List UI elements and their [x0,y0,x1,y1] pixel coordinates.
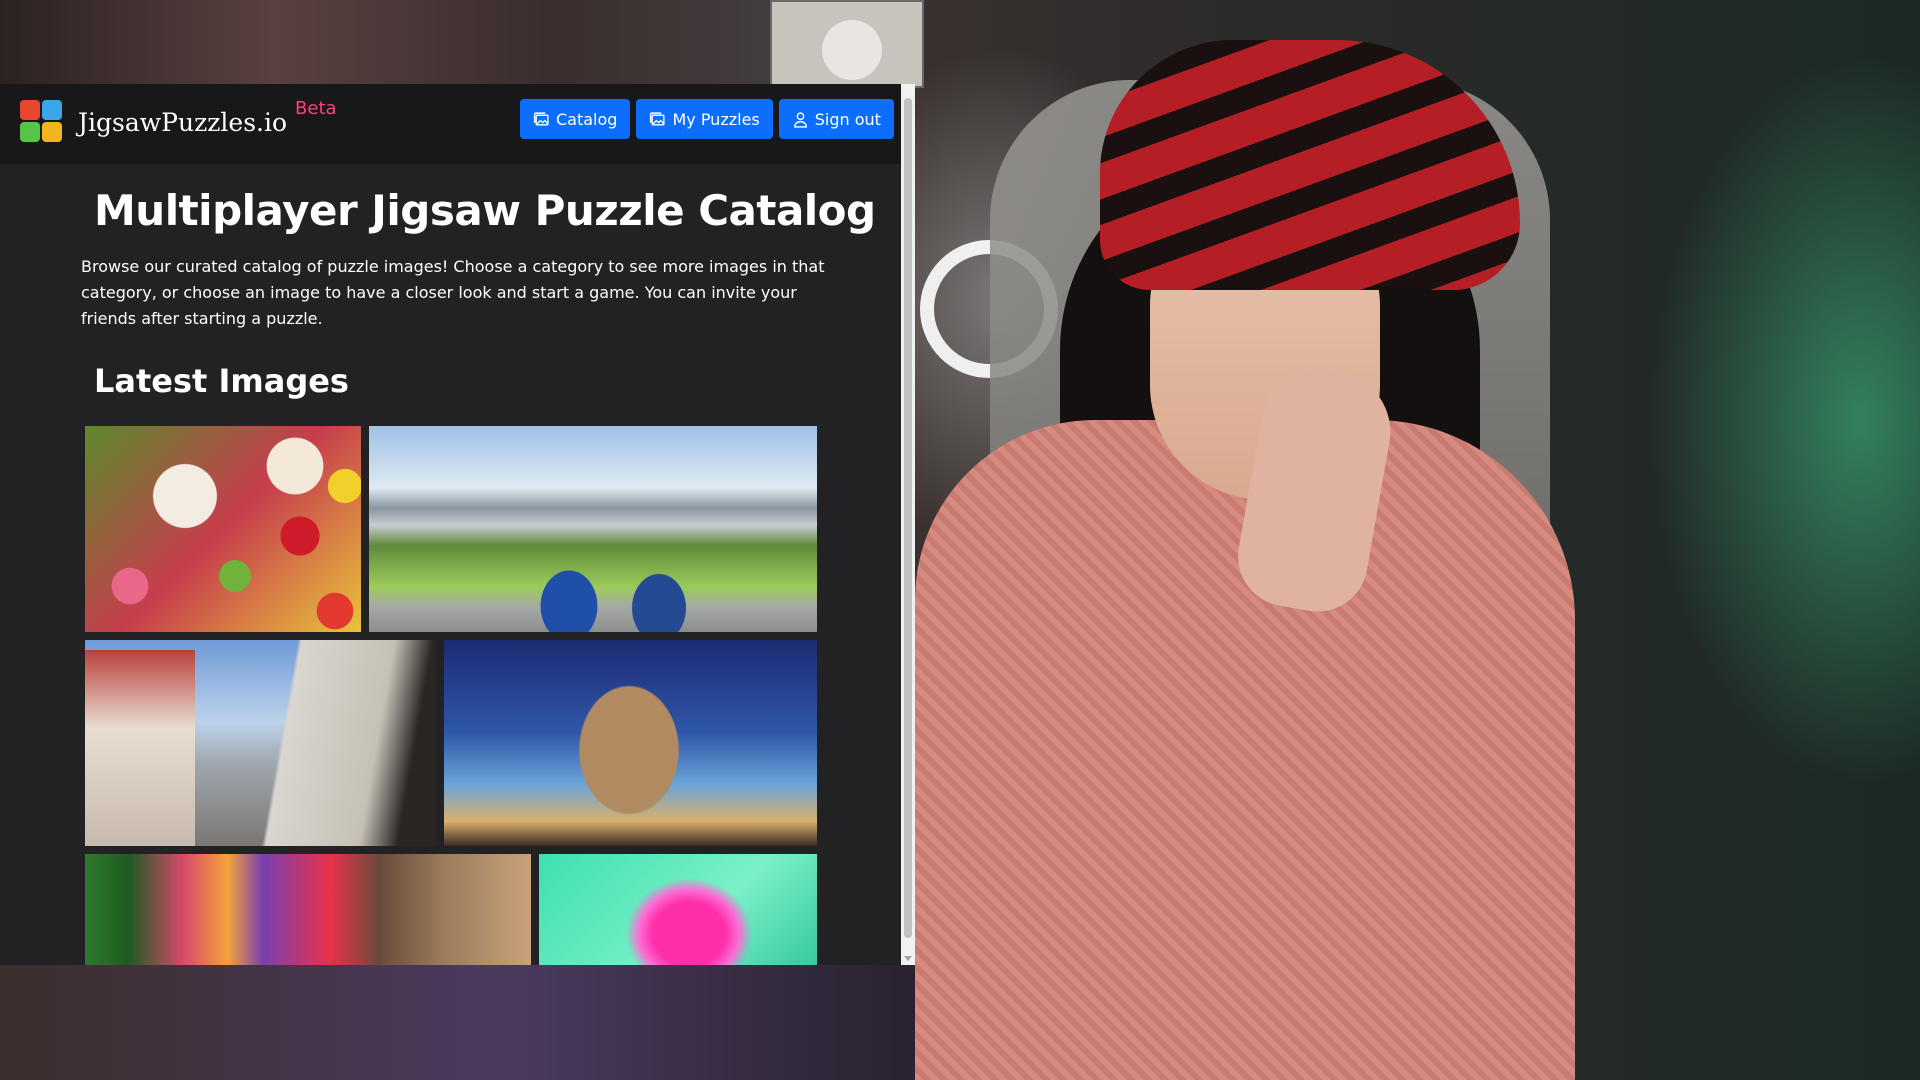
catalog-button[interactable]: Catalog [520,99,631,139]
person-icon [793,111,807,128]
my-puzzles-button-label: My Puzzles [672,109,760,129]
striped-hat [1100,40,1520,290]
desk-area [0,965,915,1080]
my-puzzles-button[interactable]: My Puzzles [636,99,773,139]
browser-window: JigsawPuzzles.io Beta Catalog My Puzzles [0,84,915,965]
brand[interactable]: JigsawPuzzles.io Beta [20,92,337,152]
puzzle-image-temple[interactable] [85,640,436,846]
puzzle-image-flowers[interactable] [85,426,361,632]
puzzle-logo-icon [20,100,64,144]
puzzle-image-street-mural[interactable] [85,854,531,965]
page-title: Multiplayer Jigsaw Puzzle Catalog [94,186,876,235]
beta-badge: Beta [295,97,337,119]
intro-text: Browse our curated catalog of puzzle ima… [81,257,825,328]
navbar: JigsawPuzzles.io Beta Catalog My Puzzles [0,84,901,164]
latest-images-heading: Latest Images [94,362,349,400]
scrollbar-thumb[interactable] [904,98,912,938]
puzzle-image-monkey[interactable] [444,640,817,846]
sign-out-button[interactable]: Sign out [778,99,894,139]
puzzle-image-pink-swirl[interactable] [539,854,817,965]
page-scrollbar[interactable] [901,84,915,965]
wall-poster [770,0,924,88]
puzzle-image-city-view[interactable] [369,426,817,632]
catalog-button-label: Catalog [556,109,618,129]
images-icon [650,111,666,126]
images-icon [533,111,549,126]
scroll-down-arrow-icon[interactable] [904,956,912,961]
sign-out-button-label: Sign out [814,109,881,129]
brand-name: JigsawPuzzles.io [78,107,288,137]
nav-buttons: Catalog My Puzzles Sign out [520,99,894,139]
